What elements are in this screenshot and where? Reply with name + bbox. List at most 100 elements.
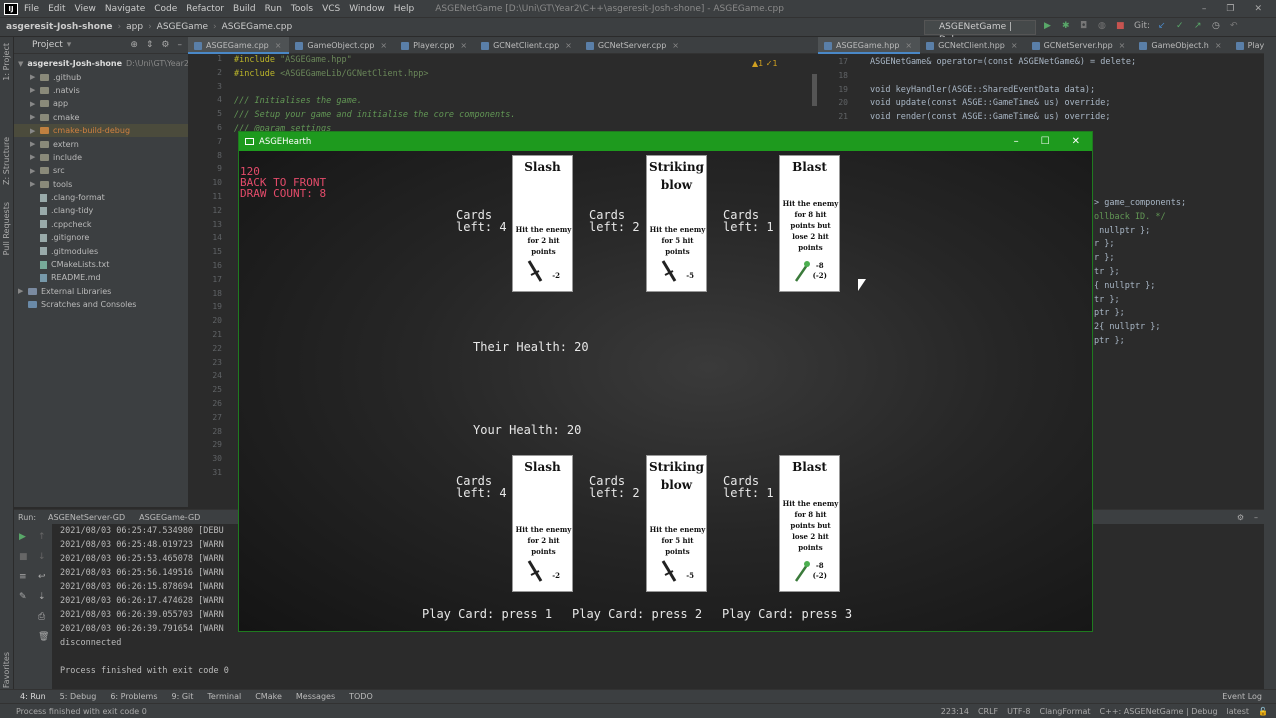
tree-item-clang-format[interactable]: .clang-format: [14, 191, 188, 204]
tree-item-cmakelists[interactable]: CMakeLists.txt: [14, 258, 188, 271]
project-title[interactable]: Project: [32, 40, 63, 50]
run-config-select[interactable]: ASGENetGame | Debug: [924, 20, 1036, 45]
profile-icon[interactable]: ◍: [1098, 21, 1108, 31]
chevron-right-icon[interactable]: ▶: [30, 86, 40, 94]
breadcrumb-file[interactable]: ASGEGame.cpp: [222, 22, 293, 32]
tool-tab-terminal[interactable]: Terminal: [207, 692, 241, 701]
chevron-right-icon[interactable]: ▶: [30, 73, 40, 81]
tool-tab-git[interactable]: 9: Git: [172, 692, 194, 701]
breadcrumb-app[interactable]: app: [126, 22, 143, 32]
gear-icon[interactable]: ⚙: [1237, 513, 1244, 522]
lock-icon[interactable]: 🔓: [1258, 707, 1268, 716]
menu-refactor[interactable]: Refactor: [186, 4, 224, 14]
line-separator[interactable]: CRLF: [978, 707, 998, 716]
menu-tools[interactable]: Tools: [291, 4, 313, 14]
close-icon[interactable]: ×: [1215, 41, 1222, 50]
tree-item-cppcheck[interactable]: .cppcheck: [14, 218, 188, 231]
code-content[interactable]: ASGENetGame& operator=(const ASGENetGame…: [870, 57, 1136, 126]
tree-item-app[interactable]: ▶ app: [14, 97, 188, 110]
tree-item-tools[interactable]: ▶ tools: [14, 178, 188, 191]
tab-gcnetserver-hpp[interactable]: GCNetServer.hpp ×: [1026, 37, 1134, 54]
coverage-icon[interactable]: ◘: [1080, 21, 1090, 31]
tab-gameobject-h[interactable]: GameObject.h ×: [1133, 37, 1229, 54]
locate-icon[interactable]: ⊕: [130, 40, 138, 50]
resolve-context[interactable]: C++: ASGENetGame | Debug: [1100, 707, 1218, 716]
tab-gameobject-cpp[interactable]: GameObject.cpp ×: [289, 37, 395, 54]
formatter[interactable]: ClangFormat: [1039, 707, 1090, 716]
menu-code[interactable]: Code: [154, 4, 177, 14]
tree-item-external-libraries[interactable]: ▶ External Libraries: [14, 285, 188, 298]
menu-help[interactable]: Help: [394, 4, 415, 14]
tab-gcnetserver-cpp[interactable]: GCNetServer.cpp ×: [580, 37, 687, 54]
structure-tool-tab[interactable]: Z: Structure: [2, 137, 11, 185]
close-icon[interactable]: ×: [380, 41, 387, 50]
hide-icon[interactable]: –: [1254, 513, 1258, 522]
debug-icon[interactable]: ✱: [1062, 21, 1072, 31]
breadcrumb-project[interactable]: asgeresit-Josh-shone: [6, 22, 113, 32]
git-push-icon[interactable]: ↗: [1194, 21, 1204, 31]
tree-item-gitmodules[interactable]: .gitmodules: [14, 244, 188, 257]
restore-layout-icon[interactable]: ≡: [19, 572, 27, 582]
minimize-icon[interactable]: –: [1014, 136, 1019, 147]
tab-player-cpp[interactable]: Player.cpp ×: [395, 37, 475, 54]
close-icon[interactable]: ×: [565, 41, 572, 50]
tree-root[interactable]: ▼ asgeresit-Josh-shone D:\Uni\GT\Year2\C: [14, 57, 197, 70]
chevron-right-icon[interactable]: ▶: [30, 140, 40, 148]
tree-item-gitignore[interactable]: .gitignore: [14, 231, 188, 244]
menu-build[interactable]: Build: [233, 4, 256, 14]
close-icon[interactable]: ×: [1011, 41, 1018, 50]
tool-tab-problems[interactable]: 6: Problems: [110, 692, 157, 701]
chevron-right-icon[interactable]: ▶: [18, 287, 28, 295]
menu-vcs[interactable]: VCS: [322, 4, 340, 14]
menu-run[interactable]: Run: [265, 4, 282, 14]
close-icon[interactable]: ×: [460, 41, 467, 50]
git-update-icon[interactable]: ↙: [1158, 21, 1168, 31]
up-icon[interactable]: ↑: [38, 532, 46, 542]
tree-item-cmake-build-debug[interactable]: ▶ cmake-build-debug: [14, 123, 188, 138]
chevron-right-icon[interactable]: ▶: [30, 180, 40, 188]
close-icon[interactable]: ✕: [1072, 136, 1080, 147]
menu-view[interactable]: View: [75, 4, 96, 14]
menu-edit[interactable]: Edit: [48, 4, 65, 14]
stop-icon[interactable]: ■: [1116, 21, 1126, 31]
tab-asgegame-hpp[interactable]: ASGEGame.hpp ×: [818, 36, 921, 54]
player-card-striking-blow[interactable]: Striking blow Hit the enemy for 5 hit po…: [646, 455, 707, 592]
rerun-icon[interactable]: ▶: [19, 532, 26, 542]
tree-item-src[interactable]: ▶ src: [14, 164, 188, 177]
tool-tab-cmake[interactable]: CMake: [255, 692, 282, 701]
tree-item-extern[interactable]: ▶ extern: [14, 137, 188, 150]
close-icon[interactable]: ×: [1119, 41, 1126, 50]
tree-item-cmake[interactable]: ▶ cmake: [14, 111, 188, 124]
maximize-icon[interactable]: ☐: [1041, 136, 1050, 147]
menu-file[interactable]: File: [24, 4, 39, 14]
collapse-icon[interactable]: ⇕: [146, 40, 154, 50]
breadcrumb-asgegame[interactable]: ASGEGame: [157, 22, 208, 32]
down-icon[interactable]: ↓: [38, 552, 46, 562]
stop-icon[interactable]: ■: [19, 552, 28, 562]
menu-navigate[interactable]: Navigate: [105, 4, 145, 14]
run-console-output[interactable]: 2021/08/03 06:25:47.534980 [DEBU 2021/08…: [60, 524, 229, 678]
tree-item-include[interactable]: ▶ include: [14, 151, 188, 164]
run-tab-server[interactable]: ASGENetServer-GD: [48, 513, 125, 522]
tree-item-scratches[interactable]: Scratches and Consoles: [14, 298, 188, 311]
run-tab-game[interactable]: ASGEGame-GD: [139, 513, 200, 522]
chevron-right-icon[interactable]: ▶: [30, 153, 40, 161]
close-icon[interactable]: ×: [905, 41, 912, 50]
close-icon[interactable]: ×: [275, 41, 282, 50]
chevron-right-icon[interactable]: ▶: [30, 167, 40, 175]
player-card-slash[interactable]: Slash Hit the enemy for 2 hit points -2: [512, 455, 573, 592]
tree-item-clang-tidy[interactable]: .clang-tidy: [14, 204, 188, 217]
chevron-down-icon[interactable]: ▾: [67, 40, 72, 50]
close-icon[interactable]: ×: [672, 41, 679, 50]
tool-tab-todo[interactable]: TODO: [349, 692, 373, 701]
code-content[interactable]: #include "ASGEGame.hpp" #include <ASGEGa…: [234, 55, 515, 138]
player-card-blast[interactable]: Blast Hit the enemy for 8 hit points but…: [779, 455, 840, 592]
chevron-right-icon[interactable]: ▶: [30, 127, 40, 135]
inspection-widget[interactable]: ▲1 ✓1: [752, 59, 778, 68]
tool-tab-messages[interactable]: Messages: [296, 692, 335, 701]
event-log-button[interactable]: Event Log: [1222, 692, 1262, 701]
gear-icon[interactable]: ⚙: [161, 40, 169, 50]
close-icon[interactable]: ✕: [1254, 4, 1262, 14]
tab-gcnetclient-hpp[interactable]: GCNetClient.hpp ×: [920, 37, 1025, 54]
tree-item-github[interactable]: ▶ .github: [14, 70, 188, 83]
